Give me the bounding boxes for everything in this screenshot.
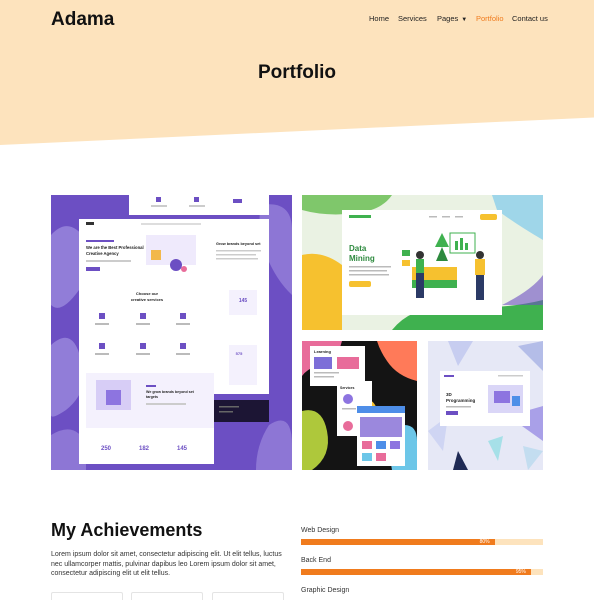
agency-stat-2: 182 xyxy=(139,446,150,452)
agency-stat-1: 250 xyxy=(101,446,112,452)
learning-label: Learning xyxy=(314,349,331,354)
skill-bar-back-end: 95% xyxy=(301,569,543,575)
svg-text:creative services: creative services xyxy=(131,297,164,302)
data-mining-image: Data Mining xyxy=(302,195,543,330)
svg-text:We grow brands beyond set: We grow brands beyond set xyxy=(146,390,195,394)
achievement-card xyxy=(51,592,123,600)
data-mining-title-2: Mining xyxy=(349,254,375,263)
nav-item-contact[interactable]: Contact us xyxy=(512,14,548,23)
programming-title-1: 3D xyxy=(446,392,453,397)
skill-fill: 95% xyxy=(301,569,531,575)
nav-item-portfolio[interactable]: Portfolio xyxy=(476,14,504,23)
skill-fill: 80% xyxy=(301,539,495,545)
nav-item-home[interactable]: Home xyxy=(369,14,389,23)
achievement-card xyxy=(212,592,284,600)
programming-title-2: Programming xyxy=(446,398,476,403)
svg-text:targets: targets xyxy=(146,395,158,399)
skill-percent: 80% xyxy=(479,538,490,545)
portfolio-item-3d-programming[interactable]: 3D Programming xyxy=(428,341,543,470)
achievement-card xyxy=(131,592,203,600)
nav-item-pages-label: Pages xyxy=(437,14,459,23)
svg-text:Creative Agency: Creative Agency xyxy=(86,251,119,256)
chevron-down-icon: ▼ xyxy=(461,17,468,23)
main-nav: Home Services Pages ▼ Portfolio Contact u… xyxy=(0,14,594,26)
skill-label-web-design: Web Design xyxy=(301,527,340,534)
nav-item-services[interactable]: Services xyxy=(398,14,427,23)
skill-label-graphic-design: Graphic Design xyxy=(301,587,350,594)
agency-stat-3: 145 xyxy=(177,446,188,452)
skill-bar-web-design: 80% xyxy=(301,539,543,545)
portfolio-item-data-mining[interactable]: Data Mining xyxy=(302,195,543,330)
portfolio-item-agency[interactable]: We are the Best Professional Creative Ag… xyxy=(51,195,292,470)
svg-text:145: 145 xyxy=(239,298,248,304)
programming-image: 3D Programming xyxy=(428,341,543,470)
svg-text:Choose our: Choose our xyxy=(136,291,159,296)
learning-app-image: Learning Services xyxy=(302,341,417,470)
agency-mockup-image: We are the Best Professional Creative Ag… xyxy=(51,195,292,470)
svg-text:Services: Services xyxy=(340,386,354,390)
portfolio-item-learning[interactable]: Learning Services xyxy=(302,341,417,470)
nav-item-pages[interactable]: Pages ▼ xyxy=(437,14,467,23)
agency-heading: We are the Best Professional xyxy=(86,245,144,250)
svg-text:575: 575 xyxy=(236,351,243,356)
page-title: Portfolio xyxy=(257,62,337,83)
skill-percent: 95% xyxy=(515,568,526,575)
svg-text:Grow brands beyond set: Grow brands beyond set xyxy=(216,242,261,246)
achievements-text: Lorem ipsum dolor sit amet, consectetur … xyxy=(51,551,282,578)
achievements-title: My Achievements xyxy=(51,520,203,540)
data-mining-title-1: Data xyxy=(349,244,367,253)
skill-label-back-end: Back End xyxy=(301,557,331,564)
